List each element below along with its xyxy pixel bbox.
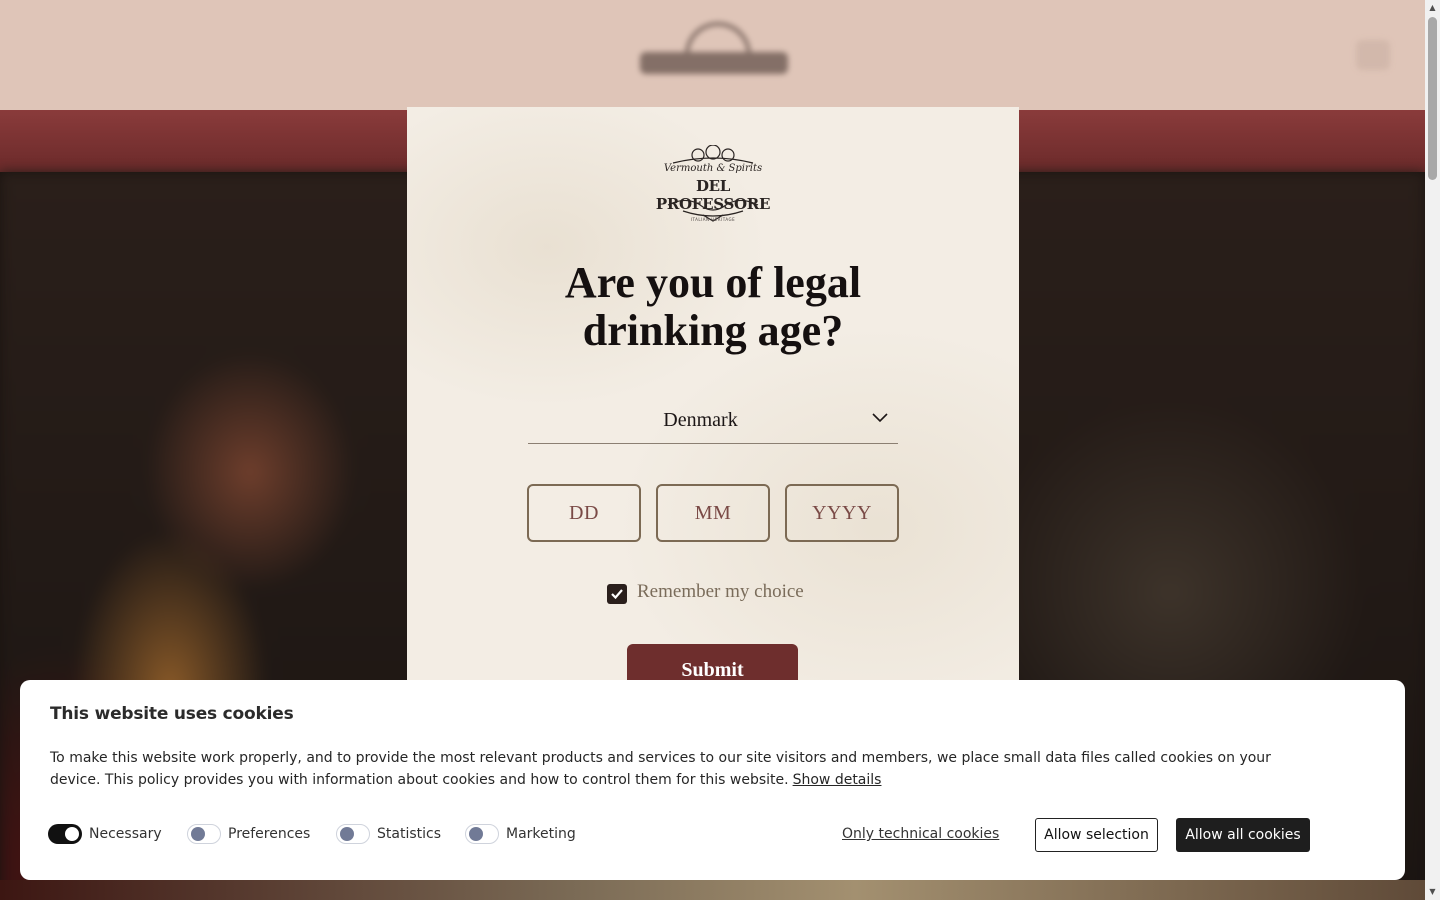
marketing-label: Marketing xyxy=(506,826,576,842)
scroll-thumb[interactable] xyxy=(1428,17,1437,180)
checkmark-icon xyxy=(611,589,623,600)
necessary-switch[interactable] xyxy=(48,824,82,844)
vertical-scrollbar[interactable]: ▲ ▼ xyxy=(1425,0,1440,900)
switch-knob xyxy=(340,827,354,841)
brand-logo: Vermouth & Spirits DEL PROFESSORE ITALIA… xyxy=(643,144,783,225)
scroll-up-icon[interactable]: ▲ xyxy=(1425,0,1440,15)
hero-bottom-strip xyxy=(0,880,1425,900)
day-input[interactable] xyxy=(527,484,641,542)
site-header xyxy=(0,0,1425,110)
country-select[interactable]: Denmark xyxy=(528,403,898,444)
menu-icon xyxy=(1356,40,1390,70)
country-selected-value: Denmark xyxy=(663,409,738,431)
scroll-down-icon[interactable]: ▼ xyxy=(1425,884,1440,899)
remember-choice-row: Remember my choice xyxy=(607,580,827,606)
switch-knob xyxy=(469,827,483,841)
switch-knob xyxy=(65,827,79,841)
site-logo xyxy=(640,22,788,92)
switch-knob xyxy=(191,827,205,841)
age-question-title: Are you of legal drinking age? xyxy=(564,258,862,355)
chevron-down-icon xyxy=(872,413,888,423)
allow-all-cookies-button[interactable]: Allow all cookies xyxy=(1176,818,1310,852)
cookie-banner-title: This website uses cookies xyxy=(50,704,294,724)
show-details-link[interactable]: Show details xyxy=(793,772,882,788)
brand-tagline: Vermouth & Spirits xyxy=(663,163,763,174)
brand-name: DEL PROFESSORE xyxy=(655,177,771,213)
statistics-switch[interactable] xyxy=(336,824,370,844)
year-input[interactable] xyxy=(785,484,899,542)
remember-choice-checkbox[interactable] xyxy=(607,584,627,604)
preferences-switch[interactable] xyxy=(187,824,221,844)
birthdate-inputs xyxy=(527,484,899,542)
statistics-label: Statistics xyxy=(377,826,441,842)
allow-selection-button[interactable]: Allow selection xyxy=(1035,818,1158,852)
preferences-label: Preferences xyxy=(228,826,311,842)
brand-subtitle: ITALIAN HERITAGE xyxy=(690,217,736,222)
only-technical-cookies-link[interactable]: Only technical cookies xyxy=(842,826,999,842)
marketing-switch[interactable] xyxy=(465,824,499,844)
month-input[interactable] xyxy=(656,484,770,542)
remember-choice-label: Remember my choice xyxy=(637,581,804,602)
cookie-banner: This website uses cookies To make this w… xyxy=(20,680,1405,880)
cookie-description: To make this website work properly, and … xyxy=(50,747,1300,791)
age-verification-modal: Vermouth & Spirits DEL PROFESSORE ITALIA… xyxy=(407,107,1019,707)
cookie-description-text: To make this website work properly, and … xyxy=(50,750,1271,788)
necessary-label: Necessary xyxy=(89,826,162,842)
